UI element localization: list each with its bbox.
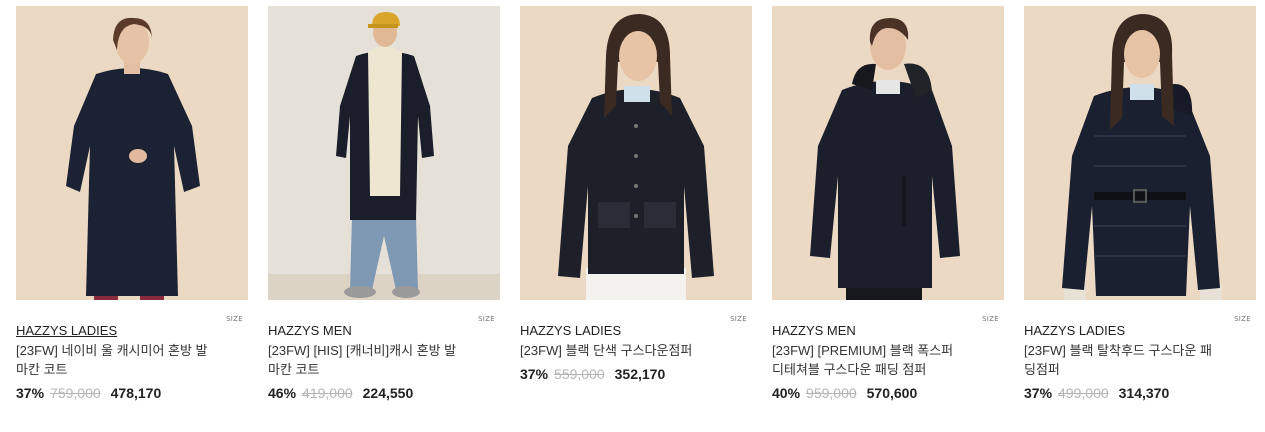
original-price: 499,000 [1058, 385, 1109, 401]
product-grid: SIZE HAZZYS LADIES [23FW] 네이비 울 캐시미어 혼방 … [0, 0, 1265, 432]
price-row: 37% 759,000 478,170 [16, 384, 248, 402]
size-label: SIZE [1234, 315, 1251, 323]
size-label: SIZE [226, 315, 243, 323]
discount-rate: 37% [520, 366, 549, 382]
product-card[interactable]: SIZE HAZZYS LADIES [23FW] 블랙 단색 구스다운점퍼 3… [520, 6, 752, 383]
price-row: 40% 959,000 570,600 [772, 384, 1004, 402]
product-name-line: 마칸 코트 [16, 362, 68, 377]
discount-rate: 46% [268, 385, 297, 401]
product-image[interactable] [268, 6, 500, 300]
brand-link[interactable]: HAZZYS LADIES [1024, 322, 1125, 340]
product-card[interactable]: SIZE HAZZYS MEN [23FW] [HIS] [캐너비]캐시 혼방 … [268, 6, 500, 402]
product-name-line: 마칸 코트 [268, 362, 320, 377]
original-price: 759,000 [50, 385, 101, 401]
brand-link[interactable]: HAZZYS MEN [268, 322, 352, 340]
sale-price: 314,370 [1118, 385, 1170, 401]
product-card[interactable]: SIZE HAZZYS LADIES [23FW] 블랙 탈착후드 구스다운 패… [1024, 6, 1256, 402]
product-image[interactable] [772, 6, 1004, 300]
brand-link[interactable]: HAZZYS MEN [772, 322, 856, 340]
price-row: 46% 419,000 224,550 [268, 384, 500, 402]
price-row: 37% 499,000 314,370 [1024, 384, 1256, 402]
product-image[interactable] [1024, 6, 1256, 300]
sale-price: 224,550 [362, 385, 414, 401]
product-card[interactable]: SIZE HAZZYS LADIES [23FW] 네이비 울 캐시미어 혼방 … [16, 6, 248, 402]
product-card[interactable]: SIZE HAZZYS MEN [23FW] [PREMIUM] 블랙 폭스퍼 … [772, 6, 1004, 402]
size-label: SIZE [730, 315, 747, 323]
sale-price: 478,170 [110, 385, 162, 401]
brand-link[interactable]: HAZZYS LADIES [16, 322, 117, 340]
product-image[interactable] [520, 6, 752, 300]
product-name-line: [23FW] 네이비 울 캐시미어 혼방 발 [16, 343, 208, 358]
discount-rate: 40% [772, 385, 801, 401]
product-name-line: [23FW] 블랙 탈착후드 구스다운 패 [1024, 343, 1212, 358]
product-name-line: 디테쳐블 구스다운 패딩 점퍼 [772, 362, 927, 377]
price-row: 37% 559,000 352,170 [520, 365, 752, 383]
product-image[interactable] [16, 6, 248, 300]
product-name[interactable]: [23FW] [PREMIUM] 블랙 폭스퍼 디테쳐블 구스다운 패딩 점퍼 [772, 341, 987, 379]
original-price: 559,000 [554, 366, 605, 382]
product-name-line: [23FW] [PREMIUM] 블랙 폭스퍼 [772, 343, 954, 358]
sale-price: 570,600 [866, 385, 918, 401]
product-name[interactable]: [23FW] 블랙 단색 구스다운점퍼 [520, 341, 735, 360]
discount-rate: 37% [1024, 385, 1053, 401]
product-name[interactable]: [23FW] [HIS] [캐너비]캐시 혼방 발 마칸 코트 [268, 341, 483, 379]
original-price: 959,000 [806, 385, 857, 401]
original-price: 419,000 [302, 385, 353, 401]
product-name[interactable]: [23FW] 블랙 탈착후드 구스다운 패 딩점퍼 [1024, 341, 1239, 379]
product-name-line: [23FW] [HIS] [캐너비]캐시 혼방 발 [268, 343, 457, 358]
product-name-line: [23FW] 블랙 단색 구스다운점퍼 [520, 343, 693, 358]
brand-link[interactable]: HAZZYS LADIES [520, 322, 621, 340]
product-name[interactable]: [23FW] 네이비 울 캐시미어 혼방 발 마칸 코트 [16, 341, 231, 379]
size-label: SIZE [478, 315, 495, 323]
size-label: SIZE [982, 315, 999, 323]
discount-rate: 37% [16, 385, 45, 401]
product-name-line: 딩점퍼 [1024, 362, 1060, 377]
sale-price: 352,170 [614, 366, 666, 382]
